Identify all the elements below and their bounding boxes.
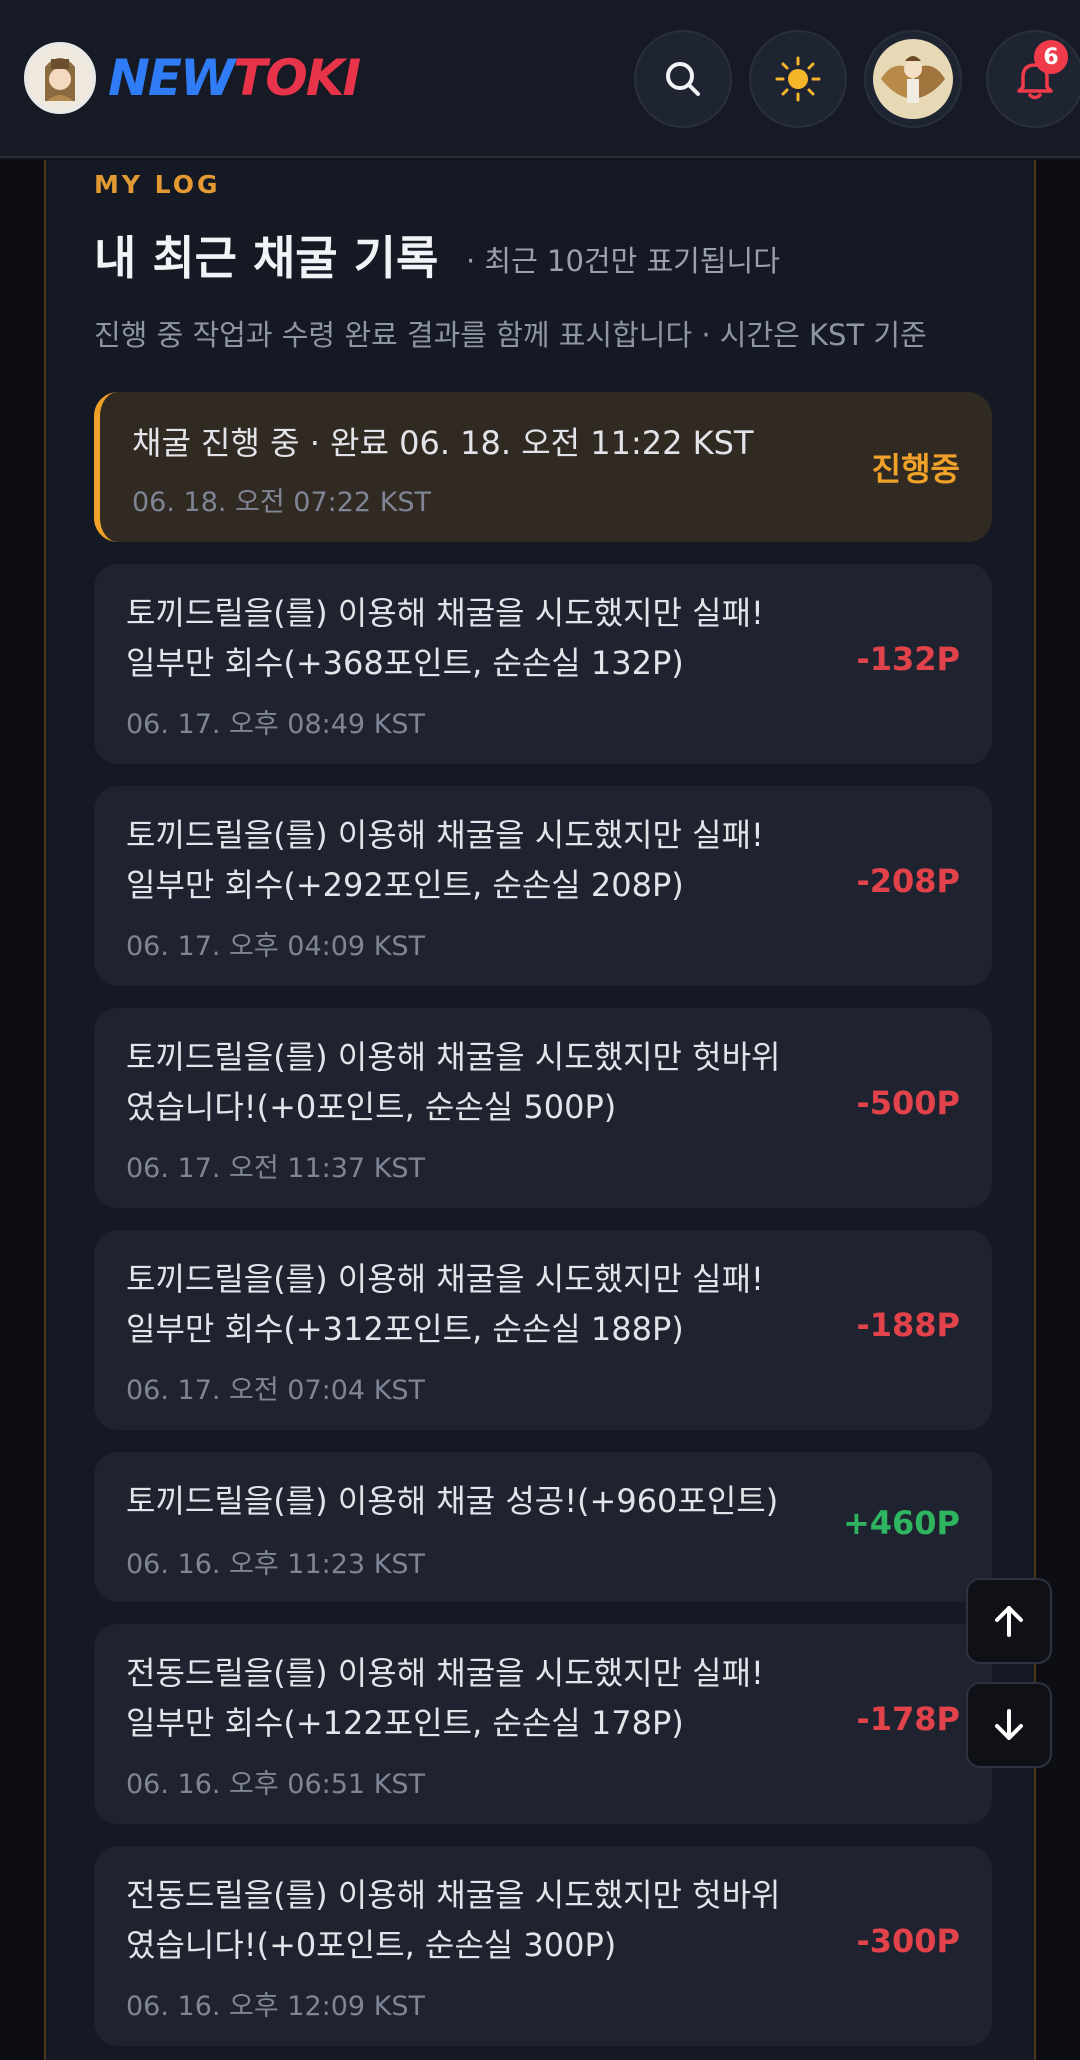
log-message-line1: 전동드릴을(를) 이용해 채굴을 시도했지만 실패! bbox=[126, 1654, 764, 1692]
log-message-line2: 였습니다!(+0포인트, 순손실 300P) bbox=[126, 1926, 617, 1964]
section-subtitle: · 최근 10건만 표기됩니다 bbox=[466, 244, 780, 278]
log-message-line2: 일부만 회수(+122포인트, 순손실 178P) bbox=[126, 1704, 684, 1742]
profile-avatar-button[interactable] bbox=[864, 30, 962, 128]
top-header: NEWTOKI 6 bbox=[0, 0, 1080, 158]
log-time: 06. 16. 오후 11:23 KST bbox=[126, 1549, 426, 1580]
log-amount: -500P bbox=[856, 1084, 960, 1122]
log-message-line1: 전동드릴을(를) 이용해 채굴을 시도했지만 헛바위 bbox=[126, 1876, 781, 1914]
log-message-line1: 토끼드릴을(를) 이용해 채굴을 시도했지만 헛바위 bbox=[126, 1038, 781, 1076]
log-amount: -188P bbox=[856, 1306, 960, 1344]
log-message-line2: 였습니다!(+0포인트, 순손실 500P) bbox=[126, 1088, 617, 1126]
scroll-top-button[interactable] bbox=[966, 1578, 1052, 1664]
search-button[interactable] bbox=[634, 30, 732, 128]
log-message-line1: 토끼드릴을(를) 이용해 채굴을 시도했지만 실패! bbox=[126, 594, 764, 632]
log-time: 06. 17. 오전 07:04 KST bbox=[126, 1375, 426, 1406]
log-item[interactable]: 전동드릴을(를) 이용해 채굴을 시도했지만 실패! 일부만 회수(+122포인… bbox=[94, 1624, 992, 1824]
arrow-down-icon bbox=[995, 1709, 1023, 1740]
log-time: 06. 17. 오전 11:37 KST bbox=[126, 1153, 426, 1184]
sun-icon bbox=[775, 56, 821, 102]
notification-count-badge: 6 bbox=[1034, 40, 1068, 74]
log-item[interactable]: 토끼드릴을(를) 이용해 채굴을 시도했지만 헛바위 였습니다!(+0포인트, … bbox=[94, 1008, 992, 1208]
log-time: 06. 17. 오후 08:49 KST bbox=[126, 709, 426, 740]
log-item[interactable]: 토끼드릴을(를) 이용해 채굴 성공!(+960포인트) 06. 16. 오후 … bbox=[94, 1452, 992, 1602]
search-icon bbox=[666, 62, 700, 96]
log-message-line1: 토끼드릴을(를) 이용해 채굴을 시도했지만 실패! bbox=[126, 816, 764, 854]
log-amount: -178P bbox=[856, 1700, 960, 1738]
section-eyebrow: MY LOG bbox=[94, 170, 221, 199]
log-amount: -208P bbox=[856, 862, 960, 900]
log-message-line2: 일부만 회수(+368포인트, 순손실 132P) bbox=[126, 644, 684, 682]
right-gutter bbox=[1036, 160, 1080, 2060]
site-logo-avatar[interactable] bbox=[24, 42, 96, 114]
log-item[interactable]: 토끼드릴을(를) 이용해 채굴을 시도했지만 실패! 일부만 회수(+292포인… bbox=[94, 786, 992, 986]
arrow-up-icon bbox=[995, 1606, 1023, 1637]
user-avatar bbox=[873, 39, 953, 119]
logo-new: NEW bbox=[108, 49, 235, 107]
log-message-line1: 토끼드릴을(를) 이용해 채굴을 시도했지만 실패! bbox=[126, 1260, 764, 1298]
section-title: 내 최근 채굴 기록 bbox=[94, 231, 439, 285]
log-time: 06. 17. 오후 04:09 KST bbox=[126, 931, 426, 962]
notifications-button[interactable] bbox=[986, 30, 1080, 128]
mascot-icon bbox=[27, 45, 93, 111]
log-amount: -132P bbox=[856, 640, 960, 678]
log-status: 진행중 bbox=[871, 450, 960, 488]
log-item[interactable]: 토끼드릴을(를) 이용해 채굴을 시도했지만 실패! 일부만 회수(+312포인… bbox=[94, 1230, 992, 1430]
log-message-line2: 일부만 회수(+292포인트, 순손실 208P) bbox=[126, 866, 684, 904]
log-amount: -300P bbox=[856, 1922, 960, 1960]
theme-toggle-button[interactable] bbox=[749, 30, 847, 128]
logo-toki: TOKI bbox=[233, 49, 361, 107]
log-time: 06. 18. 오전 07:22 KST bbox=[132, 487, 432, 518]
log-item[interactable]: 토끼드릴을(를) 이용해 채굴을 시도했지만 실패! 일부만 회수(+368포인… bbox=[94, 564, 992, 764]
log-message: 채굴 진행 중 · 완료 06. 18. 오전 11:22 KST bbox=[132, 424, 754, 462]
scroll-bottom-button[interactable] bbox=[966, 1682, 1052, 1768]
log-message: 토끼드릴을(를) 이용해 채굴 성공!(+960포인트) bbox=[126, 1482, 779, 1520]
section-description: 진행 중 작업과 수령 완료 결과를 함께 표시합니다 · 시간은 KST 기준 bbox=[94, 318, 927, 352]
site-logo-text[interactable]: NEWTOKI bbox=[108, 46, 361, 110]
log-time: 06. 16. 오후 12:09 KST bbox=[126, 1991, 426, 2022]
log-message-line2: 일부만 회수(+312포인트, 순손실 188P) bbox=[126, 1310, 684, 1348]
log-item-in-progress[interactable]: 채굴 진행 중 · 완료 06. 18. 오전 11:22 KST 06. 18… bbox=[94, 392, 992, 542]
log-amount: +460P bbox=[842, 1504, 960, 1542]
log-item[interactable]: 전동드릴을(를) 이용해 채굴을 시도했지만 헛바위 였습니다!(+0포인트, … bbox=[94, 1846, 992, 2046]
mining-log-panel: MY LOG 내 최근 채굴 기록 · 최근 10건만 표기됩니다 진행 중 작… bbox=[44, 160, 1036, 2060]
log-time: 06. 16. 오후 06:51 KST bbox=[126, 1769, 426, 1800]
left-gutter bbox=[0, 160, 44, 2060]
